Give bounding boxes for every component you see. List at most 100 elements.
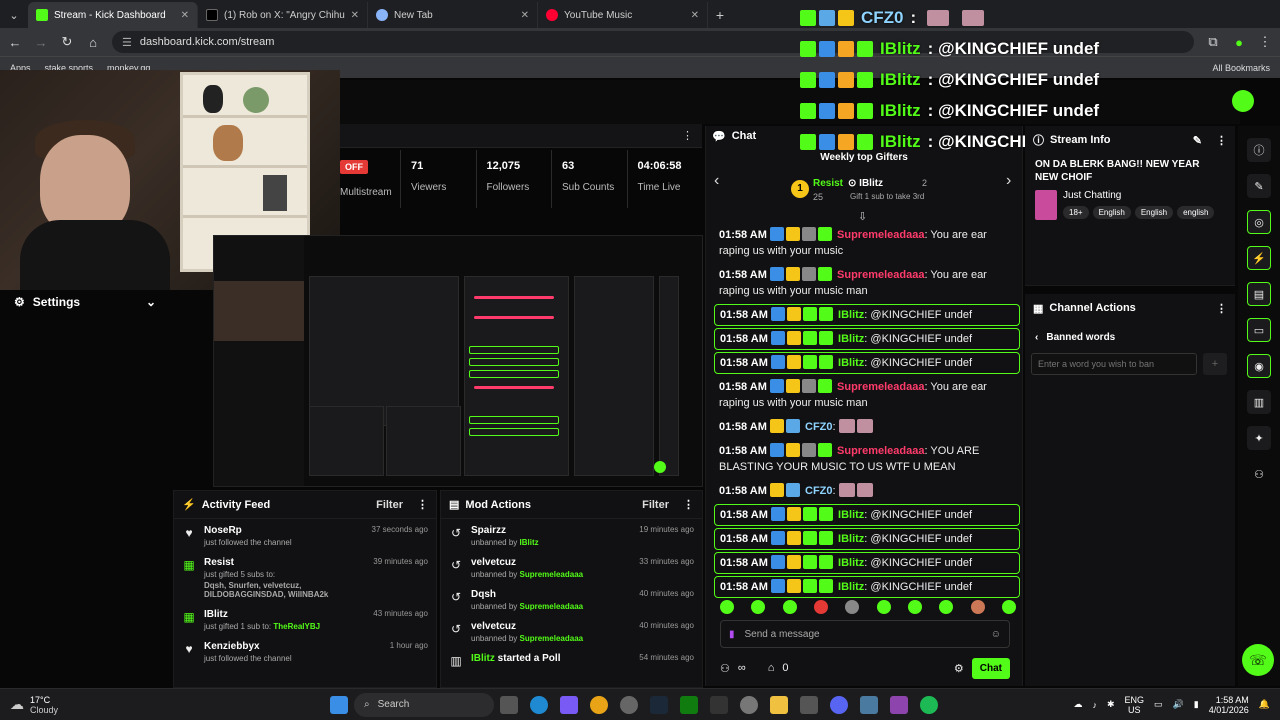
emote-icon[interactable]: [1001, 600, 1016, 614]
tab-youtube-music[interactable]: YouTube Music ✕: [538, 2, 708, 28]
folder-icon[interactable]: [770, 695, 788, 714]
feed-user[interactable]: NoseRp: [204, 525, 364, 536]
message-user[interactable]: IBlitz: [838, 533, 864, 545]
message-user[interactable]: CFZ0: [805, 485, 833, 497]
more-icon[interactable]: ⋮: [417, 498, 428, 511]
multistream-label[interactable]: Multistream: [340, 187, 392, 198]
tag[interactable]: 18+: [1063, 206, 1089, 219]
close-icon[interactable]: ✕: [351, 10, 359, 21]
message-user[interactable]: CFZ0: [805, 421, 833, 433]
back-icon[interactable]: ←: [8, 35, 22, 50]
mod-target[interactable]: IBlitz: [471, 653, 495, 664]
home-icon[interactable]: ⌂: [86, 35, 100, 50]
info-icon[interactable]: ⓘ: [1247, 138, 1271, 162]
message-user[interactable]: Supremeleadaaa: [837, 269, 924, 281]
forward-icon[interactable]: →: [34, 35, 48, 50]
chevron-left-icon[interactable]: ‹: [714, 172, 719, 190]
spotify-icon[interactable]: [920, 695, 938, 714]
mic-icon[interactable]: ▮: [729, 629, 735, 640]
mod-by[interactable]: Supremeleadaaa: [520, 634, 584, 643]
taskbar-search[interactable]: ⌕ Search: [354, 692, 494, 717]
emote-icon[interactable]: [939, 600, 954, 614]
more-icon[interactable]: ⋮: [1216, 302, 1227, 315]
add-word-button[interactable]: +: [1203, 353, 1227, 375]
message-user[interactable]: IBlitz: [838, 557, 864, 569]
more-icon[interactable]: ⋮: [683, 498, 694, 511]
new-tab-button[interactable]: +: [708, 2, 732, 28]
users-icon[interactable]: ⚇: [720, 662, 730, 675]
start-icon[interactable]: [330, 695, 348, 714]
close-icon[interactable]: ✕: [521, 10, 529, 21]
battery-icon[interactable]: ▮: [1194, 699, 1199, 710]
ban-word-input[interactable]: [1031, 353, 1197, 375]
category-name[interactable]: Just Chatting: [1063, 190, 1214, 201]
chat-input[interactable]: ▮ Send a message ☺: [720, 620, 1010, 648]
target-icon[interactable]: ◎: [1247, 210, 1271, 234]
chevron-right-icon[interactable]: ›: [1006, 172, 1011, 190]
more-icon[interactable]: ⋮: [682, 129, 693, 142]
obs-icon[interactable]: [620, 695, 638, 714]
emote-icon[interactable]: [720, 600, 734, 614]
edge-icon[interactable]: [530, 695, 548, 714]
filter-button[interactable]: Filter: [376, 499, 403, 511]
scroll-down-icon[interactable]: ⇩: [858, 210, 867, 223]
tag[interactable]: english: [1177, 206, 1215, 219]
mod-target[interactable]: velvetcuz: [471, 557, 631, 568]
monitor-icon[interactable]: ▭: [1154, 699, 1163, 710]
feed-user[interactable]: Kenziebbyx: [204, 641, 382, 652]
tag[interactable]: English: [1134, 206, 1174, 219]
emote-icon[interactable]: [813, 600, 828, 614]
more-icon[interactable]: ⋮: [1216, 134, 1227, 147]
feed-user[interactable]: Resist: [204, 557, 365, 568]
mod-by[interactable]: Supremeleadaaa: [520, 602, 584, 611]
close-icon[interactable]: ✕: [181, 10, 189, 21]
mod-by[interactable]: IBlitz: [520, 538, 539, 547]
mod-target[interactable]: Dqsh: [471, 589, 631, 600]
document-icon[interactable]: ▤: [1247, 282, 1271, 306]
message-user[interactable]: IBlitz: [838, 309, 864, 321]
onedrive-icon[interactable]: ☁: [1073, 699, 1082, 710]
users-icon[interactable]: ⚇: [1247, 462, 1271, 486]
close-icon[interactable]: ✕: [691, 10, 699, 21]
mic-icon[interactable]: ♪: [1092, 700, 1097, 710]
chat-send-button[interactable]: Chat: [971, 657, 1010, 679]
second-gifter[interactable]: ⊙ IBlitz: [848, 178, 883, 189]
stream-preview[interactable]: [213, 235, 703, 487]
tag[interactable]: English: [1092, 206, 1131, 219]
feed-user[interactable]: IBlitz: [204, 609, 365, 620]
chat-settings-icon[interactable]: ⚙: [954, 662, 964, 675]
filter-button[interactable]: Filter: [642, 499, 669, 511]
bluetooth-icon[interactable]: ✱: [1107, 699, 1115, 710]
emote-picker-icon[interactable]: ☺: [991, 629, 1001, 640]
message-user[interactable]: Supremeleadaaa: [837, 229, 924, 241]
extensions-icon[interactable]: ⧉: [1206, 34, 1220, 50]
xbox-icon[interactable]: [680, 695, 698, 714]
discord-icon[interactable]: [830, 695, 848, 714]
menu-icon[interactable]: ⋮: [1258, 34, 1272, 50]
profile-icon[interactable]: ●: [1232, 35, 1246, 50]
tab-new-tab[interactable]: New Tab ✕: [368, 2, 538, 28]
emote-icon[interactable]: [970, 600, 985, 614]
weather-widget[interactable]: ☁ 17°C Cloudy: [0, 695, 200, 715]
support-icon[interactable]: ☏: [1242, 644, 1274, 676]
epic-icon[interactable]: [710, 695, 728, 714]
tab-kick-dashboard[interactable]: Stream - Kick Dashboard ✕: [28, 2, 198, 28]
app-icon[interactable]: [560, 695, 578, 714]
message-user[interactable]: Supremeleadaaa: [837, 381, 924, 393]
site-info-icon[interactable]: ☰: [122, 36, 132, 49]
printer-icon[interactable]: ▥: [1247, 390, 1271, 414]
reload-icon[interactable]: ↻: [60, 34, 74, 50]
app-icon[interactable]: [890, 695, 908, 714]
all-bookmarks[interactable]: All Bookmarks: [1212, 63, 1270, 73]
message-user[interactable]: IBlitz: [838, 333, 864, 345]
message-user[interactable]: Supremeleadaaa: [837, 445, 924, 457]
message-user[interactable]: IBlitz: [838, 581, 864, 593]
tab-x-rob[interactable]: (1) Rob on X: "Angry Chihuahu ✕: [198, 2, 368, 28]
chrome-icon[interactable]: [590, 695, 608, 714]
edit-icon[interactable]: ✎: [1193, 134, 1202, 147]
store-icon[interactable]: [800, 695, 818, 714]
banned-words-nav[interactable]: ‹ Banned words: [1025, 322, 1235, 349]
notifications-icon[interactable]: 🔔: [1259, 699, 1270, 710]
emote-icon[interactable]: [907, 600, 922, 614]
user-avatar[interactable]: [1232, 90, 1254, 112]
